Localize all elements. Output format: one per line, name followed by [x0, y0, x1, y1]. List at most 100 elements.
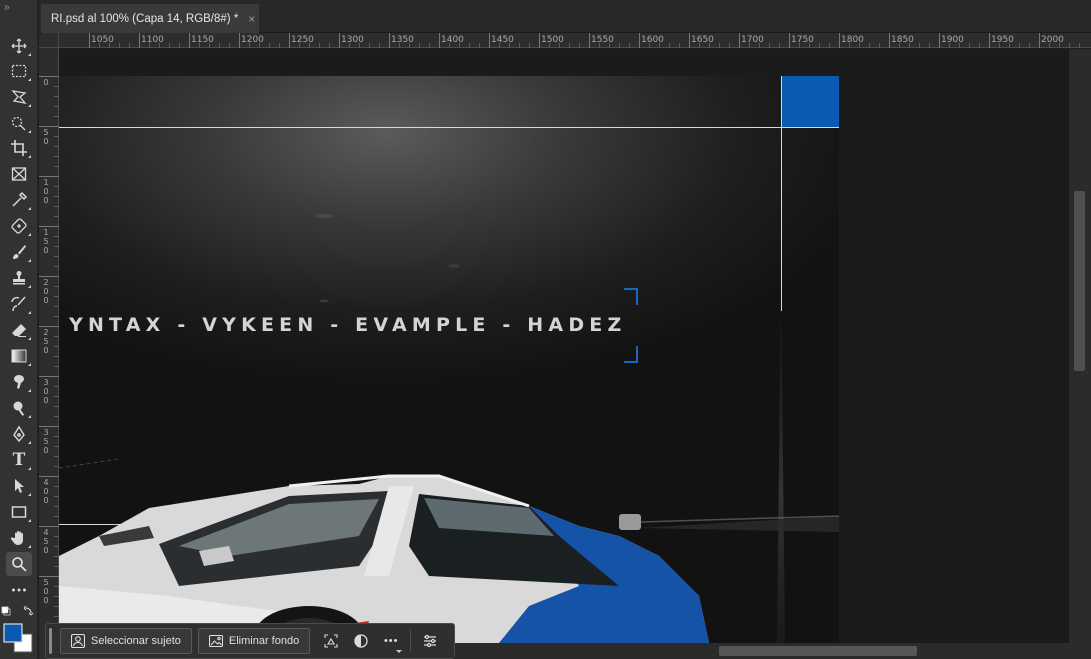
rectangle-shape-icon[interactable] [6, 500, 32, 524]
ruler-minor-tick [959, 43, 960, 48]
ruler-minor-tick [879, 43, 880, 48]
horizontal-scroll-thumb[interactable] [719, 646, 917, 656]
canvas-area[interactable]: YNTAX - VYKEEN - EVAMPLE - HADEZ [59, 49, 1069, 643]
color-swatches [0, 604, 38, 659]
ruler-minor-tick [249, 43, 250, 48]
more-options-icon[interactable]: ••• [376, 628, 406, 654]
car-image-layer[interactable] [59, 466, 839, 643]
task-bar-separator [410, 630, 412, 652]
ruler-label: 1400 [441, 35, 464, 45]
guide-vertical[interactable] [781, 76, 782, 311]
ruler-label: 100 [43, 178, 49, 205]
quick-selection-icon[interactable] [6, 111, 32, 135]
blue-accent-square[interactable] [782, 76, 839, 128]
ruler-origin[interactable] [39, 33, 59, 48]
ruler-minor-tick [179, 43, 180, 48]
brush-icon[interactable] [6, 240, 32, 264]
task-bar-drag-handle[interactable] [49, 628, 52, 654]
ruler-label: 1300 [341, 35, 364, 45]
ruler-minor-tick [859, 43, 860, 48]
frame-icon[interactable] [6, 162, 32, 186]
ruler-label: 0 [43, 78, 49, 87]
ruler-minor-tick [1079, 43, 1080, 48]
ruler-minor-tick [219, 43, 220, 48]
adjustment-layer-icon[interactable] [346, 628, 376, 654]
document-tab[interactable]: RI.psd al 100% (Capa 14, RGB/8#) * × [41, 4, 259, 33]
crop-icon[interactable] [6, 136, 32, 160]
clone-stamp-icon[interactable] [6, 266, 32, 290]
ruler-minor-tick [949, 43, 950, 48]
ruler-tick [39, 226, 59, 227]
zoom-icon[interactable] [6, 552, 32, 576]
ruler-label: 1650 [691, 35, 714, 45]
ruler-minor-tick [359, 43, 360, 48]
vertical-ruler[interactable]: 0 50 100 150 200 250 300 350 400 450 500 [39, 48, 59, 659]
ruler-minor-tick [279, 43, 280, 48]
ruler-label: 500 [43, 578, 49, 605]
more-tools-icon[interactable] [6, 578, 32, 602]
eraser-icon[interactable] [6, 318, 32, 342]
dodge-icon[interactable] [6, 396, 32, 420]
ruler-minor-tick [809, 43, 810, 48]
gradient-icon[interactable] [6, 344, 32, 368]
ruler-minor-tick [1029, 43, 1030, 48]
rectangular-marquee-icon[interactable] [6, 59, 32, 83]
vertical-scrollbar[interactable] [1069, 49, 1091, 643]
tools-panel: ›› T [0, 0, 38, 659]
polygonal-lasso-icon[interactable] [6, 85, 32, 109]
ruler-tick [39, 526, 59, 527]
ruler-tick [39, 576, 59, 577]
ruler-minor-tick [619, 43, 620, 48]
ruler-minor-tick [1019, 43, 1020, 48]
panel-collapse-icon[interactable]: ›› [0, 0, 37, 28]
ruler-label: 1100 [141, 35, 164, 45]
type-icon[interactable]: T [6, 448, 32, 472]
task-bar-settings-icon[interactable] [415, 628, 445, 654]
ruler-label: 1450 [491, 35, 514, 45]
horizontal-scrollbar[interactable] [455, 643, 1091, 659]
ruler-minor-tick [519, 43, 520, 48]
ruler-tick [889, 33, 890, 48]
eyedropper-icon[interactable] [6, 188, 32, 212]
remove-background-button[interactable]: Eliminar fondo [197, 628, 311, 654]
transform-selection-icon[interactable] [316, 628, 346, 654]
healing-brush-icon[interactable] [6, 214, 32, 238]
ruler-minor-tick [909, 43, 910, 48]
pen-icon[interactable] [6, 422, 32, 446]
names-text-layer[interactable]: YNTAX - VYKEEN - EVAMPLE - HADEZ [69, 314, 626, 336]
ruler-minor-tick [599, 43, 600, 48]
artboard[interactable]: YNTAX - VYKEEN - EVAMPLE - HADEZ [59, 76, 839, 643]
ruler-minor-tick [319, 43, 320, 48]
ruler-label: 1750 [791, 35, 814, 45]
close-tab-icon[interactable]: × [248, 12, 255, 26]
default-colors-icon[interactable] [0, 604, 38, 659]
ruler-minor-tick [749, 43, 750, 48]
move-tool-icon[interactable] [6, 34, 32, 58]
hand-icon[interactable] [6, 526, 32, 550]
select-subject-icon [71, 634, 85, 648]
path-selection-icon[interactable] [6, 474, 32, 498]
ruler-label: 150 [43, 228, 49, 255]
guide-horizontal[interactable] [59, 127, 839, 128]
ruler-minor-tick [969, 43, 970, 48]
ruler-tick [239, 33, 240, 48]
ruler-minor-tick [449, 43, 450, 48]
ruler-minor-tick [679, 43, 680, 48]
ruler-tick [939, 33, 940, 48]
ruler-minor-tick [329, 43, 330, 48]
ruler-minor-tick [579, 43, 580, 48]
history-brush-icon[interactable] [6, 292, 32, 316]
contextual-task-bar: Seleccionar sujeto Eliminar fondo ••• [45, 623, 455, 659]
smudge-icon[interactable] [6, 370, 32, 394]
ruler-label: 1900 [941, 35, 964, 45]
ruler-minor-tick [799, 43, 800, 48]
ruler-tick [39, 176, 59, 177]
horizontal-ruler[interactable]: 1050 1100 1150 1200 1250 1300 1350 1400 1450 1500… [59, 33, 1091, 48]
ruler-minor-tick [429, 43, 430, 48]
vertical-scroll-thumb[interactable] [1074, 191, 1085, 371]
ruler-minor-tick [169, 43, 170, 48]
ruler-minor-tick [379, 43, 380, 48]
ruler-label: 1150 [191, 35, 214, 45]
select-subject-button[interactable]: Seleccionar sujeto [60, 628, 192, 654]
ruler-minor-tick [509, 43, 510, 48]
